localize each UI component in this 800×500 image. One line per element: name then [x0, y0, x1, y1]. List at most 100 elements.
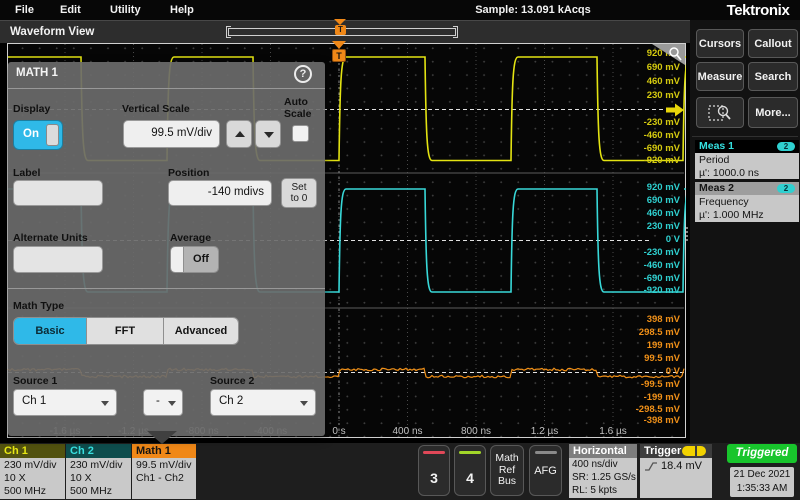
ch2-badge-name: Ch 2 — [66, 444, 131, 458]
math1-badge[interactable]: Math 1 99.5 mV/div Ch1 - Ch2 — [132, 444, 196, 499]
average-toggle[interactable]: Off — [170, 246, 219, 273]
trigger-source-pill — [682, 446, 706, 456]
y-axis-label: -460 mV — [596, 260, 680, 271]
meas2-name: Meas 2 — [699, 182, 734, 195]
y-axis-label: 690 mV — [596, 195, 680, 206]
measure-button[interactable]: Measure — [696, 62, 744, 91]
horizontal-panel[interactable]: Horizontal 400 ns/div SR: 1.25 GS/s RL: … — [569, 444, 637, 498]
display-toggle[interactable]: On — [13, 120, 63, 150]
horizontal-scale: 400 ns/div — [572, 458, 637, 471]
meas1-stat: µ': 1000.0 ns — [699, 167, 799, 180]
ch4-color-line — [459, 451, 481, 454]
menu-file[interactable]: File — [15, 4, 34, 16]
menu-help[interactable]: Help — [170, 4, 194, 16]
time-label: 1:35:33 AM — [730, 482, 794, 496]
pan-zoom-left-cap[interactable] — [226, 26, 231, 38]
vertical-scale-label: Vertical Scale — [122, 103, 190, 115]
y-axis-label: -199 mV — [596, 392, 680, 403]
set-to-zero-button[interactable]: Set to 0 — [281, 178, 317, 208]
chevron-down-icon — [101, 401, 109, 406]
channel4-button[interactable]: 4 — [454, 445, 486, 496]
math-ref-bus-button[interactable]: Math Ref Bus — [490, 445, 524, 496]
label-input[interactable] — [13, 180, 103, 206]
ch4-label: 4 — [466, 470, 474, 486]
dialog-pointer-tail — [147, 431, 177, 444]
meas2-count-badge: 2 — [777, 184, 795, 193]
y-axis-label: 0 V — [596, 366, 680, 377]
y-axis-label: -230 mV — [596, 117, 680, 128]
menu-edit[interactable]: Edit — [60, 4, 81, 16]
scale-up-button[interactable] — [226, 120, 252, 148]
chevron-down-icon — [300, 401, 308, 406]
y-axis-label: 199 mV — [596, 340, 680, 351]
help-button[interactable]: ? — [294, 65, 312, 83]
meas1-quantity: Period — [699, 154, 799, 167]
math1-badge-name: Math 1 — [132, 444, 196, 458]
y-axis-label: -460 mV — [596, 130, 680, 141]
source2-dropdown[interactable]: Ch 2 — [210, 389, 316, 416]
time-axis-label: 1.6 µs — [585, 426, 641, 437]
math-type-label: Math Type — [13, 300, 64, 312]
dialog-title: MATH 1 — [16, 67, 58, 79]
trigger-marker-top-box[interactable]: T — [335, 25, 346, 35]
y-axis-label: 0 V — [596, 234, 680, 245]
y-axis-label: -99.5 mV — [596, 379, 680, 390]
alternate-units-input[interactable] — [13, 246, 103, 273]
tab-waveform-view[interactable]: Waveform View — [10, 26, 94, 38]
ch1-reference-arrow[interactable] — [666, 103, 685, 117]
y-axis-label: 920 mV — [596, 182, 680, 193]
source1-label: Source 1 — [13, 375, 57, 387]
ch2-badge[interactable]: Ch 2 230 mV/div 10 X 500 MHz — [66, 444, 131, 499]
trigger-marker-arrow[interactable] — [332, 41, 346, 49]
panel-splitter-handle[interactable] — [686, 227, 689, 243]
math-type-basic[interactable]: Basic — [14, 318, 87, 344]
channel3-button[interactable]: 3 — [418, 445, 450, 496]
meas2-card[interactable]: Meas 2 2 Frequency µ': 1.000 MHz — [695, 182, 799, 222]
menu-utility[interactable]: Utility — [110, 4, 141, 16]
scale-down-button[interactable] — [255, 120, 281, 148]
source1-dropdown[interactable]: Ch 1 — [13, 389, 117, 416]
sample-count: Sample: 13.091 kAcqs — [400, 4, 666, 16]
average-toggle-value: Off — [184, 247, 218, 272]
meas1-card[interactable]: Meas 1 2 Period µ': 1000.0 ns — [695, 140, 799, 179]
auto-scale-checkbox[interactable] — [292, 125, 309, 142]
y-axis-label: 99.5 mV — [596, 353, 680, 364]
y-axis-label: 398 mV — [596, 314, 680, 325]
afg-button[interactable]: AFG — [529, 445, 562, 496]
y-axis-label: 460 mV — [596, 76, 680, 87]
mrb-line3: Bus — [498, 476, 516, 488]
position-field[interactable]: -140 mdivs — [168, 180, 272, 206]
operator-dropdown[interactable]: - — [143, 389, 183, 416]
vertical-scale-value: 99.5 mV/div — [151, 127, 212, 139]
trigger-panel[interactable]: Trigger 18.4 mV — [640, 444, 712, 498]
vertical-scale-field[interactable]: 99.5 mV/div — [123, 120, 220, 148]
y-axis-label: 460 mV — [596, 208, 680, 219]
math1-expr: Ch1 - Ch2 — [136, 472, 196, 485]
y-axis-label: -920 mV — [596, 155, 680, 166]
afg-label: AFG — [534, 465, 557, 477]
ch1-badge-name: Ch 1 — [0, 444, 65, 458]
ch3-color-line — [423, 451, 445, 454]
record-length: RL: 5 kpts — [572, 484, 637, 497]
y-axis-label: 298.5 mV — [596, 327, 680, 338]
brand-logo: Tektronix — [720, 2, 796, 19]
date-label: 21 Dec 2021 — [730, 468, 794, 482]
cursors-button[interactable]: Cursors — [696, 29, 744, 58]
math-type-fft[interactable]: FFT — [87, 318, 164, 344]
search-button[interactable]: Search — [748, 62, 798, 91]
ch1-badge[interactable]: Ch 1 230 mV/div 10 X 500 MHz — [0, 444, 65, 499]
y-axis-label: -690 mV — [596, 143, 680, 154]
zoom-mode-button[interactable] — [696, 97, 744, 128]
callout-button[interactable]: Callout — [748, 29, 798, 58]
pan-zoom-right-cap[interactable] — [453, 26, 458, 38]
ch1-atten: 10 X — [4, 472, 65, 485]
display-label: Display — [13, 103, 50, 115]
afg-color-line — [535, 451, 557, 454]
position-label: Position — [168, 167, 209, 179]
more-button[interactable]: More... — [748, 97, 798, 128]
trigger-marker-box[interactable]: T — [332, 49, 346, 62]
math1-dialog: MATH 1 ? Display On Vertical Scale 99.5 … — [8, 62, 325, 436]
math-type-segmented: Basic FFT Advanced — [13, 317, 239, 345]
math-type-advanced[interactable]: Advanced — [164, 318, 238, 344]
bottom-bar: Ch 1 230 mV/div 10 X 500 MHz Ch 2 230 mV… — [0, 443, 800, 500]
